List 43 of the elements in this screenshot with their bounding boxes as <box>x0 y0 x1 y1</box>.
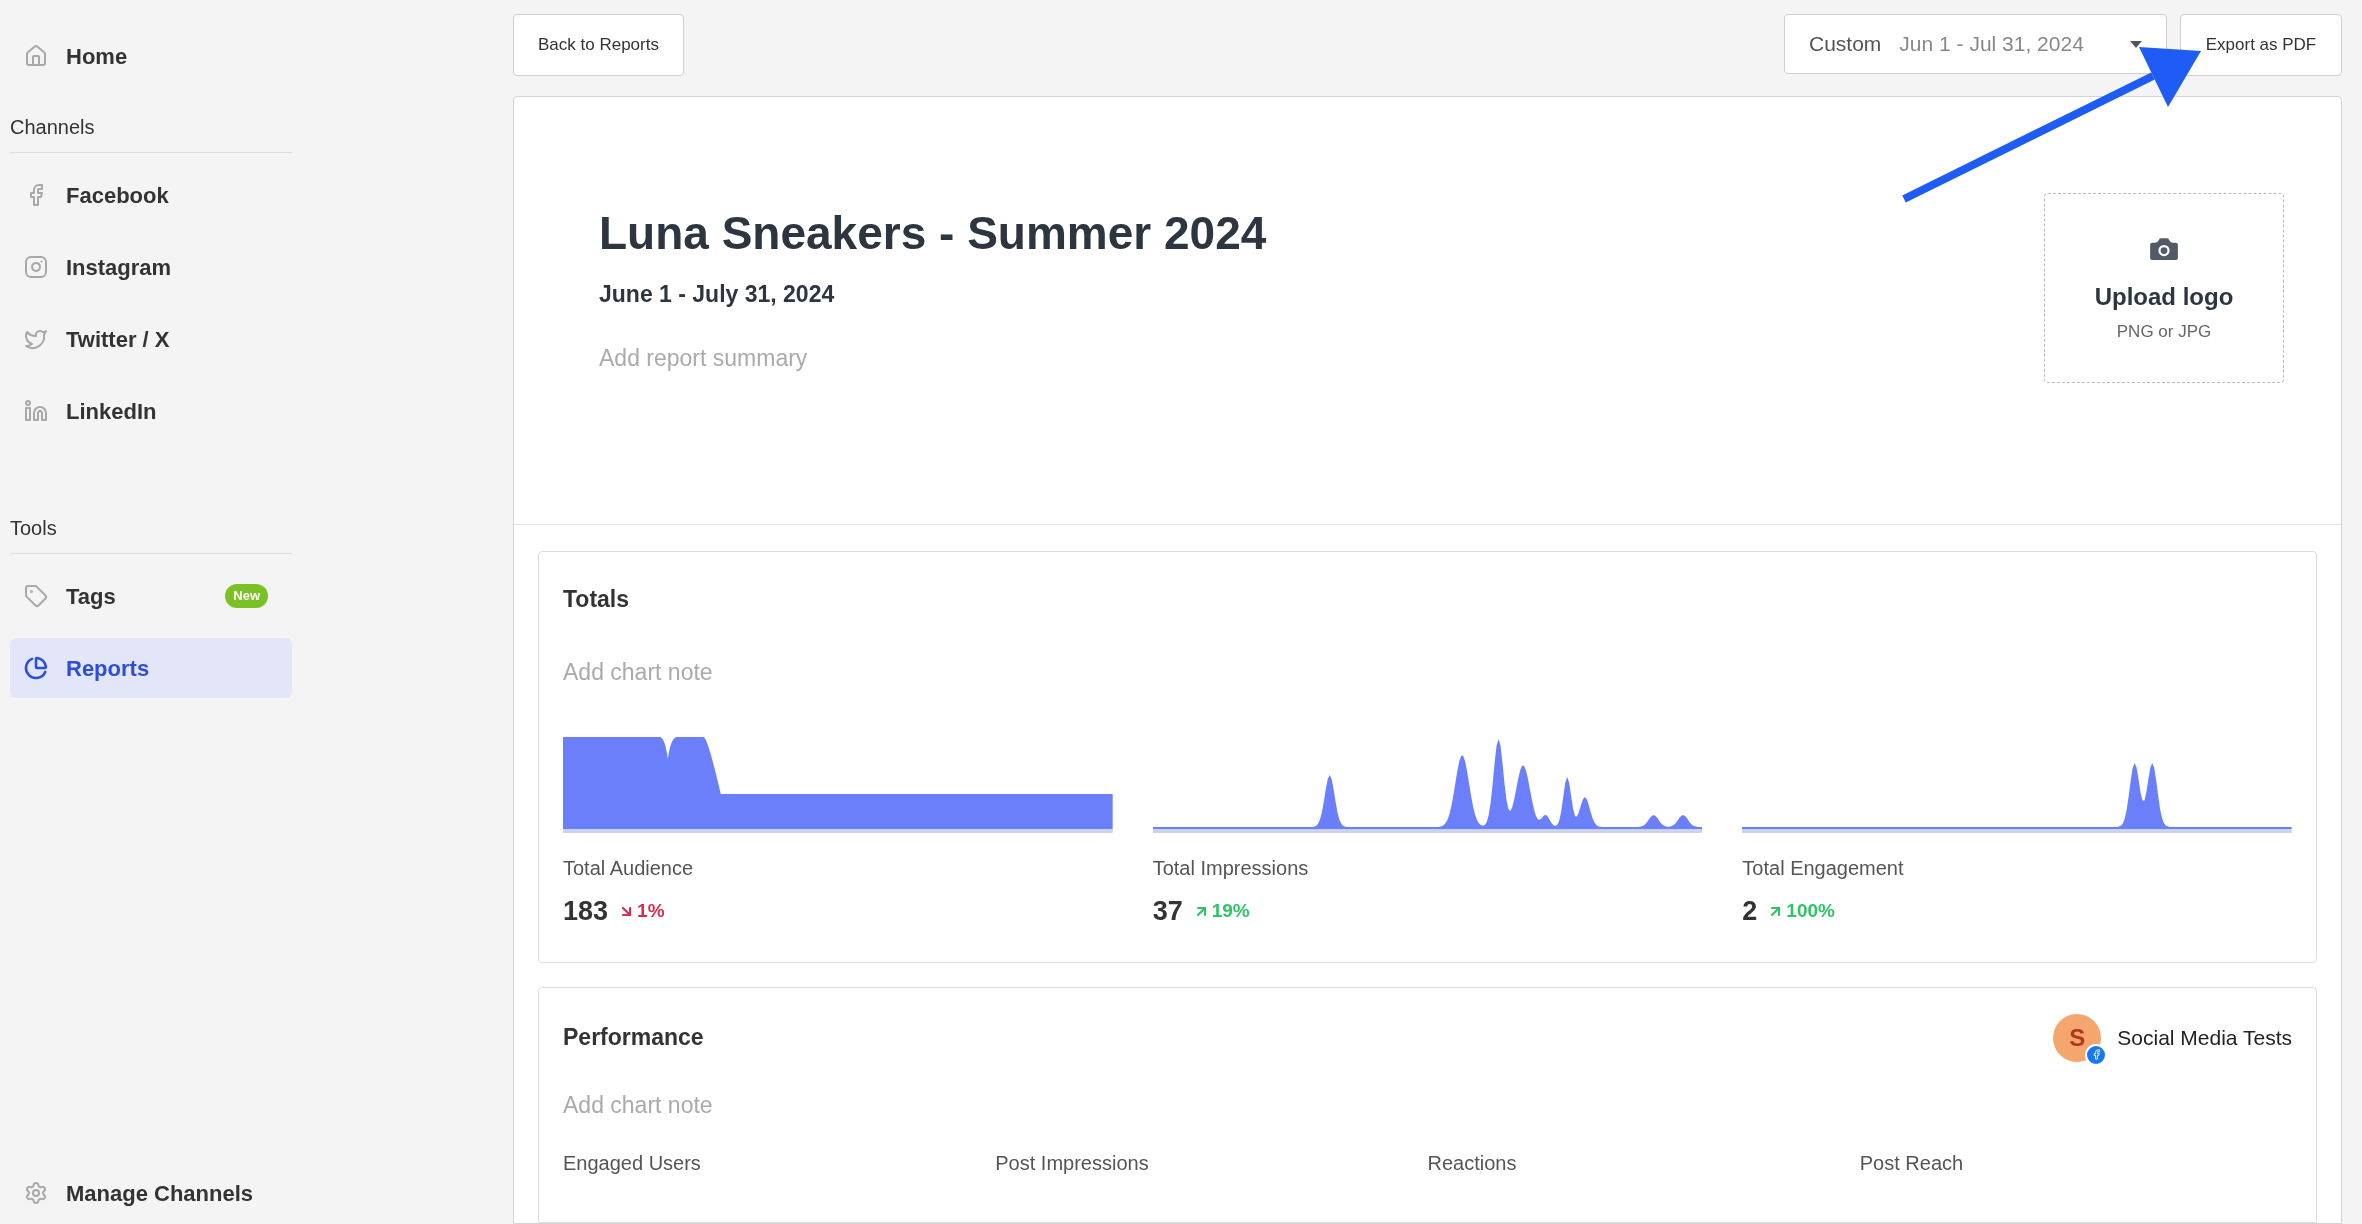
upload-logo-box[interactable]: Upload logo PNG or JPG <box>2044 193 2284 383</box>
totals-title: Totals <box>563 585 631 614</box>
nav-item[interactable]: Tags New <box>10 566 292 626</box>
pie-chart-icon <box>24 656 48 680</box>
metric-change: 1% <box>637 899 665 923</box>
nav-item[interactable]: Twitter / X <box>10 309 292 369</box>
column-heading: Post Impressions <box>995 1151 1150 1176</box>
section-heading: Tools <box>10 513 292 554</box>
section-heading: Channels <box>10 112 292 153</box>
metric-change: 100% <box>1786 899 1835 923</box>
avatar: S <box>2053 1013 2102 1062</box>
back-to-reports-button[interactable]: Back to Reports <box>513 14 684 76</box>
home-icon <box>24 44 48 68</box>
nav-item[interactable]: Home <box>10 26 292 86</box>
tag-icon <box>24 584 48 608</box>
metric-label: Total Impressions <box>1152 856 1310 881</box>
column-heading: Reactions <box>1427 1151 1518 1176</box>
nav-item[interactable]: Instagram <box>10 237 292 297</box>
bird-icon <box>24 327 48 351</box>
export-pdf-button[interactable]: Export as PDF <box>2180 14 2342 76</box>
metric-value: 183 <box>563 895 609 928</box>
metric-value: 37 <box>1152 895 1183 928</box>
nav-item[interactable]: LinkedIn <box>10 381 292 441</box>
caret-icon <box>2130 40 2142 48</box>
account-name: Social Media Tests <box>2117 1024 2292 1051</box>
nav-item[interactable]: Facebook <box>10 165 292 225</box>
manage-channels-link[interactable]: Manage Channels <box>10 1168 292 1218</box>
gear-icon <box>24 1181 48 1205</box>
metric-label: Total Engagement <box>1742 856 1905 881</box>
metric-value: 2 <box>1742 895 1758 928</box>
metric-change: 19% <box>1211 899 1250 923</box>
report-date: June 1 - July 31, 2024 <box>599 279 836 309</box>
nav-item[interactable]: Reports <box>10 638 292 698</box>
facebook-badge-icon <box>2085 1043 2108 1066</box>
linkedin-icon <box>24 399 48 423</box>
report-title: Luna Sneakers - Summer 2024 <box>599 206 1267 261</box>
instagram-icon <box>24 255 48 279</box>
column-heading: Post Reach <box>1859 1151 1965 1176</box>
metric-label: Total Audience <box>563 856 695 881</box>
column-heading: Engaged Users <box>563 1151 702 1176</box>
new-badge: New <box>225 584 268 608</box>
date-range-dropdown[interactable]: Custom Jun 1 - Jul 31, 2024 <box>1784 14 2167 74</box>
performance-title: Performance <box>563 1023 704 1053</box>
